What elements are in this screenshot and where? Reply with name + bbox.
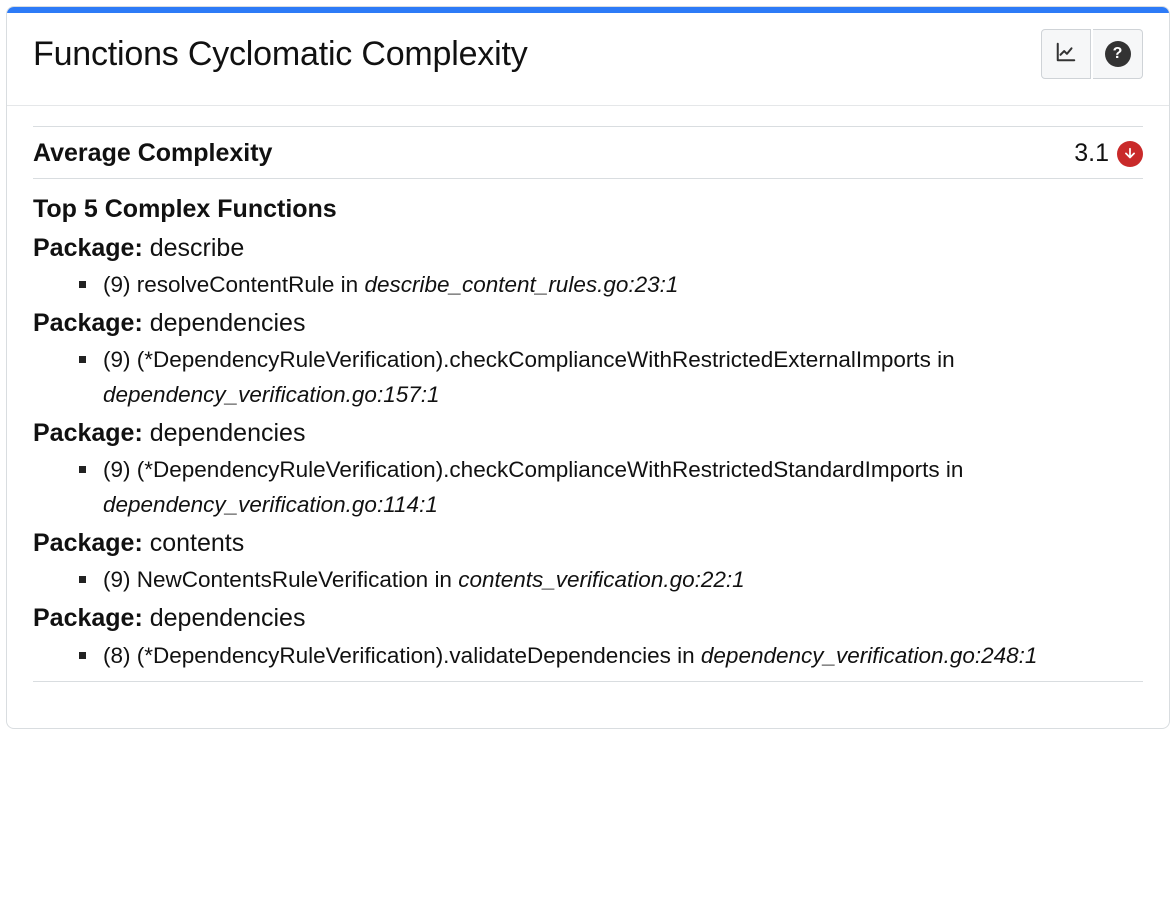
package-label: Package: [33, 234, 143, 262]
average-value: 3.1 [1074, 139, 1109, 168]
complexity-score: 9 [111, 567, 124, 592]
complexity-score: 9 [111, 272, 124, 297]
function-name: (*DependencyRuleVerification).validateDe… [137, 643, 671, 668]
complexity-score: 9 [111, 347, 124, 372]
top-functions-list: Package: describe(9) resolveContentRule … [33, 230, 1143, 673]
in-word: in [434, 567, 452, 592]
package-label: Package: [33, 604, 143, 632]
function-item: (9) (*DependencyRuleVerification).checkC… [103, 343, 1143, 413]
in-word: in [946, 457, 964, 482]
function-item: (9) resolveContentRule in describe_conte… [103, 268, 1143, 303]
function-name: NewContentsRuleVerification [137, 567, 428, 592]
package-heading: Package: dependencies [33, 415, 1143, 451]
function-list: (9) (*DependencyRuleVerification).checkC… [33, 453, 1143, 523]
function-list: (8) (*DependencyRuleVerification).valida… [33, 639, 1143, 674]
function-list: (9) NewContentsRuleVerification in conte… [33, 563, 1143, 598]
page-title: Functions Cyclomatic Complexity [33, 35, 528, 74]
source-location: dependency_verification.go:114:1 [103, 492, 438, 517]
package-name: dependencies [150, 309, 306, 337]
package-label: Package: [33, 419, 143, 447]
top-functions-header: Top 5 Complex Functions [33, 179, 1143, 230]
card-header: Functions Cyclomatic Complexity ? [7, 13, 1169, 106]
function-item: (8) (*DependencyRuleVerification).valida… [103, 639, 1143, 674]
in-word: in [937, 347, 955, 372]
source-location: contents_verification.go:22:1 [458, 567, 744, 592]
header-actions: ? [1041, 29, 1143, 79]
function-name: resolveContentRule [137, 272, 335, 297]
package-label: Package: [33, 529, 143, 557]
trend-down-icon [1117, 141, 1143, 167]
card-body: Average Complexity 3.1 Top 5 Complex Fun… [7, 106, 1169, 728]
source-location: describe_content_rules.go:23:1 [364, 272, 678, 297]
function-list: (9) resolveContentRule in describe_conte… [33, 268, 1143, 303]
average-complexity-row: Average Complexity 3.1 [33, 126, 1143, 179]
help-icon: ? [1105, 41, 1131, 67]
in-word: in [677, 643, 695, 668]
average-label: Average Complexity [33, 139, 272, 168]
package-label: Package: [33, 309, 143, 337]
source-location: dependency_verification.go:248:1 [701, 643, 1038, 668]
package-heading: Package: dependencies [33, 305, 1143, 341]
in-word: in [341, 272, 359, 297]
average-value-wrap: 3.1 [1074, 139, 1143, 168]
function-list: (9) (*DependencyRuleVerification).checkC… [33, 343, 1143, 413]
source-location: dependency_verification.go:157:1 [103, 382, 440, 407]
divider [33, 681, 1143, 682]
package-heading: Package: dependencies [33, 600, 1143, 636]
help-button[interactable]: ? [1093, 29, 1143, 79]
package-name: dependencies [150, 419, 306, 447]
package-name: dependencies [150, 604, 306, 632]
complexity-score: 8 [111, 643, 124, 668]
chart-button[interactable] [1041, 29, 1091, 79]
function-name: (*DependencyRuleVerification).checkCompl… [137, 347, 931, 372]
package-name: contents [150, 529, 245, 557]
package-name: describe [150, 234, 245, 262]
chart-line-icon [1055, 41, 1077, 68]
function-item: (9) (*DependencyRuleVerification).checkC… [103, 453, 1143, 523]
function-item: (9) NewContentsRuleVerification in conte… [103, 563, 1143, 598]
package-heading: Package: describe [33, 230, 1143, 266]
complexity-card: Functions Cyclomatic Complexity ? Averag… [6, 6, 1170, 729]
complexity-score: 9 [111, 457, 124, 482]
function-name: (*DependencyRuleVerification).checkCompl… [137, 457, 940, 482]
package-heading: Package: contents [33, 525, 1143, 561]
